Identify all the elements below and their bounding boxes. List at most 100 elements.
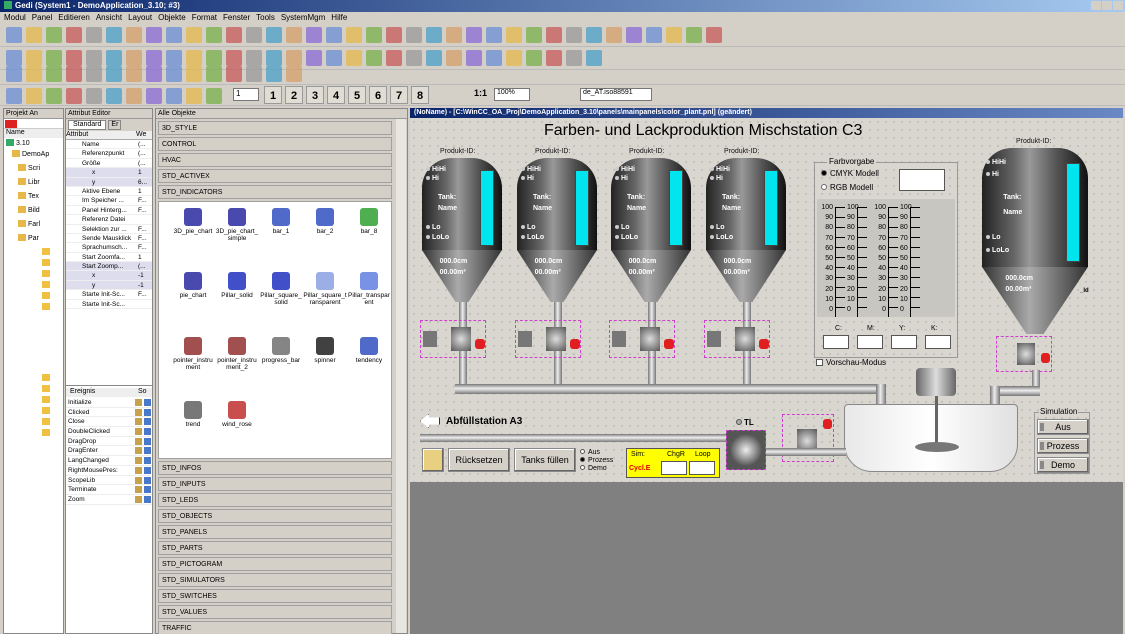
color-slider[interactable] — [910, 207, 920, 317]
layer-7-button[interactable]: 7 — [390, 86, 408, 104]
tank[interactable]: HiHi Hi Tank: Name Lo LoLo 000.0cm 00.00m³ — [611, 158, 691, 302]
tool-tb3-5-icon[interactable] — [106, 66, 122, 82]
script-icon[interactable] — [144, 408, 151, 416]
script-icon[interactable] — [144, 418, 151, 426]
tool-tb3-6-icon[interactable] — [126, 66, 142, 82]
color-slider[interactable] — [835, 207, 845, 317]
event-row[interactable]: Terminate — [66, 485, 152, 495]
tool-tb1-10-icon[interactable] — [206, 27, 222, 43]
layer-4-button[interactable]: 4 — [327, 86, 345, 104]
channel-input[interactable] — [857, 335, 883, 349]
pump-tl-icon[interactable] — [726, 430, 766, 470]
tool-tb1-27-icon[interactable] — [546, 27, 562, 43]
category-std_parts[interactable]: STD_PARTS — [158, 541, 392, 555]
menu-fenster[interactable]: Fenster — [223, 13, 250, 22]
menu-tools[interactable]: Tools — [256, 13, 275, 22]
tool-tb1-18-icon[interactable] — [366, 27, 382, 43]
tool-tb1-23-icon[interactable] — [466, 27, 482, 43]
tab-extended[interactable]: Er — [108, 120, 122, 130]
layer-8-button[interactable]: 8 — [411, 86, 429, 104]
tool-tb1-17-icon[interactable] — [346, 27, 362, 43]
tool-tb3-8-icon[interactable] — [166, 66, 182, 82]
tool-tb1-35-icon[interactable] — [706, 27, 722, 43]
attr-row[interactable]: Panel Hinterg... F... — [66, 206, 152, 216]
edit-icon[interactable] — [135, 476, 142, 484]
indicator-pie_chart[interactable]: pie_chart — [171, 272, 215, 332]
tool-tb4-10-icon[interactable] — [206, 88, 222, 104]
tree-node[interactable]: Farl — [6, 219, 63, 230]
menu-modul[interactable]: Modul — [4, 13, 26, 22]
sim-prozess-button[interactable]: Prozess — [1037, 438, 1089, 454]
tool-tb3-9-icon[interactable] — [186, 66, 202, 82]
attr-row[interactable]: x -1 — [66, 271, 152, 281]
attr-row[interactable]: Start Zoomfa... 1 — [66, 253, 152, 263]
tree-folder[interactable] — [6, 417, 63, 428]
category-std_switches[interactable]: STD_SWITCHES — [158, 589, 392, 603]
layer-select[interactable]: 1 — [233, 88, 259, 101]
edit-icon[interactable] — [135, 418, 142, 426]
edit-icon[interactable] — [135, 399, 142, 406]
tool-tb1-14-icon[interactable] — [286, 27, 302, 43]
tool-tb1-13-icon[interactable] — [266, 27, 282, 43]
event-row[interactable]: Clicked — [66, 408, 152, 418]
tool-tb4-7-icon[interactable] — [146, 88, 162, 104]
tool-tb4-4-icon[interactable] — [86, 88, 102, 104]
locale-select[interactable]: de_AT.iso88591 — [580, 88, 652, 101]
tank-valve[interactable] — [704, 320, 770, 358]
tree-folder[interactable] — [6, 269, 63, 280]
tool-tb1-20-icon[interactable] — [406, 27, 422, 43]
tool-tb3-11-icon[interactable] — [226, 66, 242, 82]
category-traffic[interactable]: TRAFFIC — [158, 621, 392, 634]
tool-tb1-0-icon[interactable] — [6, 27, 22, 43]
menu-editieren[interactable]: Editieren — [58, 13, 90, 22]
tank[interactable]: HiHi Hi Tank: Name Lo LoLo 000.0cm 00.00m³ — [422, 158, 502, 302]
edit-icon[interactable] — [135, 437, 142, 445]
indicator-pointer_instrument_2[interactable]: pointer_instrument_2 — [215, 336, 259, 397]
event-row[interactable]: Zoom — [66, 495, 152, 505]
tool-tb3-10-icon[interactable] — [206, 66, 222, 82]
tree-node[interactable]: Tex — [6, 191, 63, 202]
layer-5-button[interactable]: 5 — [348, 86, 366, 104]
right-tank-valve[interactable] — [996, 336, 1052, 372]
tool-tb1-9-icon[interactable] — [186, 27, 202, 43]
tool-tb1-25-icon[interactable] — [506, 27, 522, 43]
menu-objekte[interactable]: Objekte — [158, 13, 186, 22]
edit-icon[interactable] — [135, 447, 142, 455]
category-std_values[interactable]: STD_VALUES — [158, 605, 392, 619]
tool-tb1-8-icon[interactable] — [166, 27, 182, 43]
tool-tb1-28-icon[interactable] — [566, 27, 582, 43]
tool-tb1-12-icon[interactable] — [246, 27, 262, 43]
edit-icon[interactable] — [135, 495, 142, 503]
sim-aus-button[interactable]: Aus — [1037, 419, 1089, 435]
tool-tb1-3-icon[interactable] — [66, 27, 82, 43]
script-icon[interactable] — [144, 447, 151, 455]
indicator-trend[interactable]: trend — [171, 400, 215, 454]
script-icon[interactable] — [144, 476, 151, 484]
category-3d_style[interactable]: 3D_STYLE — [158, 121, 392, 135]
attr-row[interactable]: Starte Init-Sc... — [66, 300, 152, 310]
tree-folder[interactable] — [6, 291, 63, 302]
event-row[interactable]: LangChanged — [66, 456, 152, 466]
menu-panel[interactable]: Panel — [32, 13, 52, 22]
tank-valve[interactable] — [420, 320, 486, 358]
attr-row[interactable]: Referenzpunkt (... — [66, 149, 152, 159]
tool-tb1-21-icon[interactable] — [426, 27, 442, 43]
tree-folder[interactable] — [6, 428, 63, 439]
maximize-icon[interactable] — [1102, 1, 1112, 10]
reset-button[interactable]: Rücksetzen — [448, 448, 510, 472]
attr-row[interactable]: Start Zoomp... (... — [66, 262, 152, 272]
tool-tb1-11-icon[interactable] — [226, 27, 242, 43]
color-slider[interactable] — [888, 207, 898, 317]
tree-folder[interactable] — [6, 384, 63, 395]
indicator-pillar_square_solid[interactable]: Pillar_square_solid — [259, 272, 303, 332]
tool-tb1-31-icon[interactable] — [626, 27, 642, 43]
indicator-3d_pie_chart_simple[interactable]: 3D_pie_chart_simple — [215, 208, 259, 268]
tool-tb1-32-icon[interactable] — [646, 27, 662, 43]
attr-row[interactable]: Sende Mausklick F... — [66, 234, 152, 244]
attr-row[interactable]: Name (... — [66, 140, 152, 150]
attr-row[interactable]: Im Speicher ... F... — [66, 196, 152, 206]
tool-tb1-7-icon[interactable] — [146, 27, 162, 43]
stop-icon[interactable] — [5, 120, 17, 128]
chgr-input[interactable] — [661, 461, 687, 475]
sim-demo-button[interactable]: Demo — [1037, 457, 1089, 473]
